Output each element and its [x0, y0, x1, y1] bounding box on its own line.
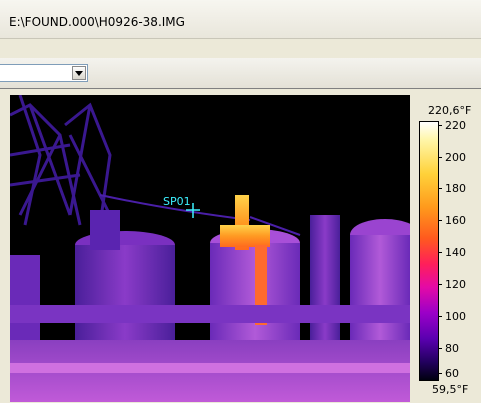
scale-max-label: 220,6°F	[428, 104, 472, 117]
window-title: E:\FOUND.000\H0926-38.IMG	[9, 15, 185, 29]
menu-bar	[0, 39, 481, 59]
tick-label: 80	[445, 342, 459, 355]
scale-ticks: 220 200 180 160 140 120 100 80 60	[438, 119, 481, 381]
tick-mark	[438, 188, 442, 189]
tick-label: 220	[445, 119, 466, 132]
tick-mark	[438, 252, 442, 253]
temperature-scale-panel: 220,6°F 220 200 180 160 140 120 100 80 6…	[410, 95, 481, 402]
lattice-tower	[10, 95, 112, 226]
scale-min-label: 59,5°F	[432, 383, 469, 396]
tick-label: 60	[445, 367, 459, 380]
toolbar	[0, 58, 481, 89]
tick-label: 160	[445, 214, 466, 227]
dropdown-arrow-icon[interactable]	[72, 66, 86, 80]
tick-mark	[438, 316, 442, 317]
tick-mark	[438, 157, 442, 158]
tick-mark	[438, 125, 442, 126]
tick-mark	[438, 220, 442, 221]
tick-label: 200	[445, 151, 466, 164]
title-bar: E:\FOUND.000\H0926-38.IMG	[0, 0, 481, 39]
tick-label: 140	[445, 246, 466, 259]
tick-mark	[438, 348, 442, 349]
tick-label: 120	[445, 278, 466, 291]
thermal-scene	[10, 95, 410, 402]
bus-bar-lower	[10, 363, 410, 373]
thermal-image[interactable]	[10, 95, 410, 402]
spot-label: SP01	[163, 195, 191, 208]
bus-bar-upper	[10, 305, 410, 323]
color-scale-bar	[419, 121, 439, 381]
tick-label: 180	[445, 182, 466, 195]
tick-mark	[438, 373, 442, 374]
tick-label: 100	[445, 310, 466, 323]
palette-select[interactable]	[0, 64, 88, 82]
tick-mark	[438, 284, 442, 285]
